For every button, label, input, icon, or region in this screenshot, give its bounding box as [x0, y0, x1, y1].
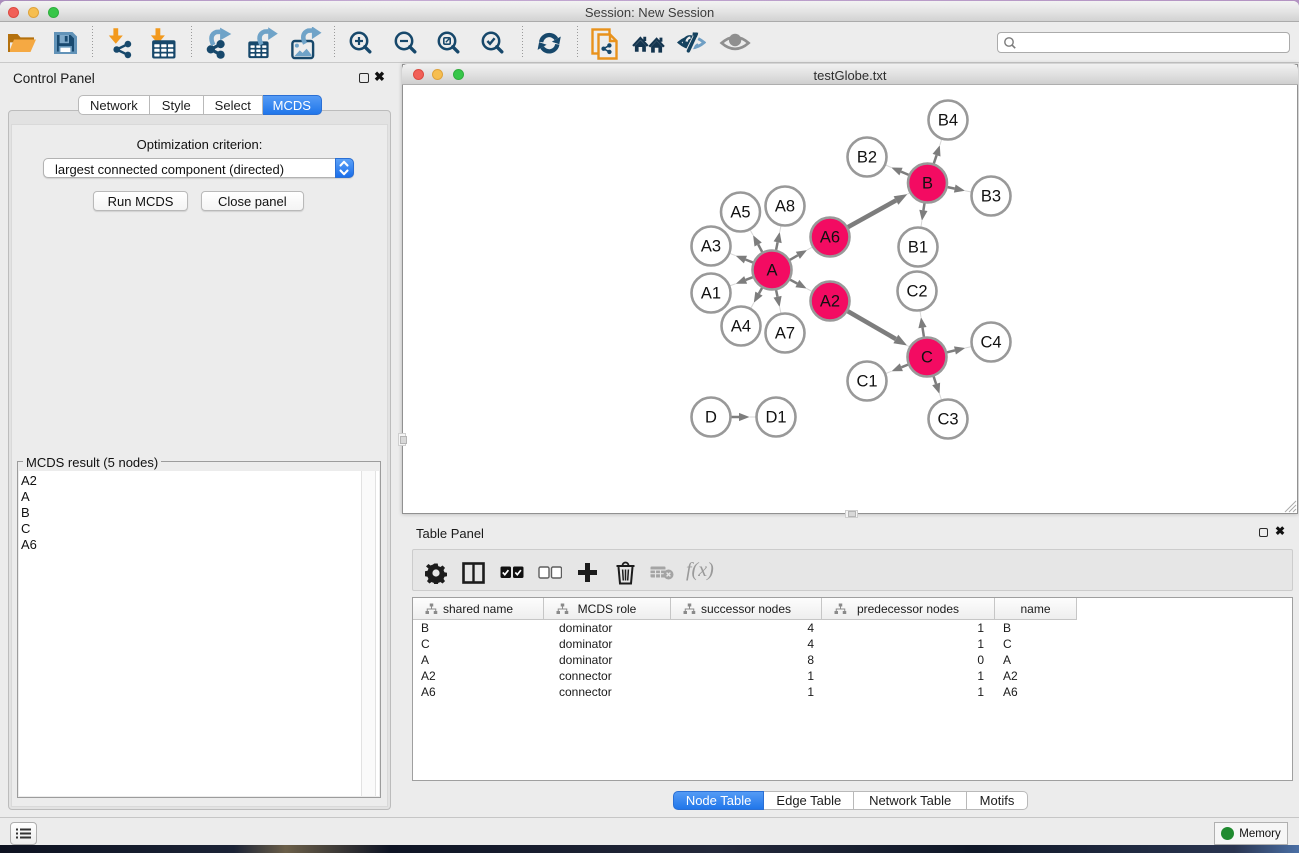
- svg-text:C2: C2: [906, 283, 927, 301]
- svg-text:B1: B1: [908, 239, 928, 257]
- svg-text:B: B: [922, 175, 933, 193]
- svg-text:C3: C3: [937, 411, 958, 429]
- svg-text:A: A: [766, 262, 777, 280]
- svg-text:B2: B2: [857, 149, 877, 167]
- svg-text:A2: A2: [820, 293, 840, 311]
- svg-text:A4: A4: [731, 318, 751, 336]
- svg-text:A1: A1: [701, 285, 721, 303]
- svg-text:C4: C4: [980, 334, 1001, 352]
- svg-text:B3: B3: [981, 188, 1001, 206]
- svg-text:B4: B4: [938, 112, 958, 130]
- svg-text:A5: A5: [730, 204, 750, 222]
- svg-text:A7: A7: [775, 325, 795, 343]
- svg-text:D1: D1: [765, 409, 786, 427]
- svg-text:C: C: [921, 349, 933, 367]
- svg-text:A8: A8: [775, 198, 795, 216]
- svg-text:C1: C1: [856, 373, 877, 391]
- svg-text:D: D: [705, 409, 717, 427]
- svg-text:A6: A6: [820, 229, 840, 247]
- svg-text:A3: A3: [701, 238, 721, 256]
